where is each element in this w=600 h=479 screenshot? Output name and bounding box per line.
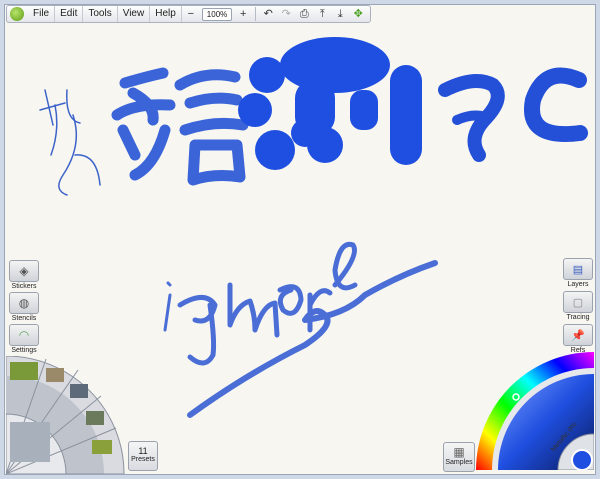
roller-tool-icon[interactable] (86, 411, 104, 425)
settings-label: Settings (11, 347, 37, 354)
menu-edit[interactable]: Edit (55, 6, 84, 22)
settings-button[interactable]: ◠ Settings (6, 324, 42, 354)
presets-count: 11 (138, 446, 148, 456)
zoom-level-field[interactable]: 100% (201, 7, 233, 21)
samples-label: Samples (445, 459, 473, 466)
brush-tool-icon[interactable] (10, 362, 38, 380)
thin-pen-scribble (39, 89, 101, 196)
settings-icon: ◠ (18, 328, 30, 342)
brush-character-1 (111, 67, 249, 186)
ignore-handwriting (163, 241, 438, 418)
redo-icon[interactable]: ↷ (279, 7, 293, 21)
export-icon[interactable]: ⤒ (315, 7, 329, 21)
print-icon[interactable]: ⎙ (297, 7, 311, 21)
menu-file[interactable]: File (28, 6, 56, 22)
tool-picker-wheel[interactable] (6, 356, 128, 474)
stencils-button[interactable]: ◍ Stencils (6, 292, 42, 322)
samples-grid-icon: ▦ (453, 445, 465, 459)
menu-view[interactable]: View (118, 6, 151, 22)
stencils-icon: ◍ (18, 296, 30, 310)
stencils-label: Stencils (11, 315, 37, 322)
samples-button[interactable]: ▦ Samples (443, 442, 475, 472)
refs-pin-icon: 📌 (571, 329, 585, 342)
presets-button[interactable]: 11 Presets (128, 441, 158, 471)
layers-icon: ▤ (572, 263, 584, 276)
tracing-label: Tracing (566, 314, 590, 321)
brush-character-3 (438, 67, 588, 162)
current-color-swatch[interactable] (571, 449, 593, 470)
stickers-icon: ◈ (19, 264, 29, 278)
fullscreen-icon[interactable]: ✥ (351, 7, 365, 21)
import-icon[interactable]: ⤓ (333, 7, 347, 21)
app-logo-icon (10, 7, 24, 21)
canvas-preview-thumbnail (10, 422, 50, 462)
pencil-tool-icon[interactable] (46, 368, 64, 382)
glitter-tool-icon[interactable] (92, 440, 112, 454)
stickers-button[interactable]: ◈ Stickers (6, 260, 42, 290)
stickers-label: Stickers (11, 283, 37, 290)
refs-button[interactable]: 📌 Refs (560, 324, 596, 354)
presets-label: Presets (131, 456, 155, 463)
undo-icon[interactable]: ↶ (261, 7, 275, 21)
tracing-icon: ▢ (572, 296, 584, 309)
artrage-window: File Edit Tools View Help − 100% + ↶ ↷ ⎙… (0, 0, 600, 479)
menu-tools[interactable]: Tools (83, 6, 118, 22)
brush-character-2 (238, 37, 422, 170)
toolbar-divider (255, 7, 257, 21)
main-toolbar: File Edit Tools View Help − 100% + ↶ ↷ ⎙… (6, 5, 372, 23)
layers-label: Layers (567, 281, 589, 288)
zoom-in-button[interactable]: + (236, 7, 250, 21)
tracing-button[interactable]: ▢ Tracing (560, 291, 596, 321)
zoom-out-button[interactable]: − (184, 7, 198, 21)
menu-help[interactable]: Help (150, 6, 182, 22)
knife-tool-icon[interactable] (70, 384, 88, 398)
color-picker-wheel[interactable]: Metallic 0% (476, 352, 594, 470)
layers-button[interactable]: ▤ Layers (560, 258, 596, 288)
